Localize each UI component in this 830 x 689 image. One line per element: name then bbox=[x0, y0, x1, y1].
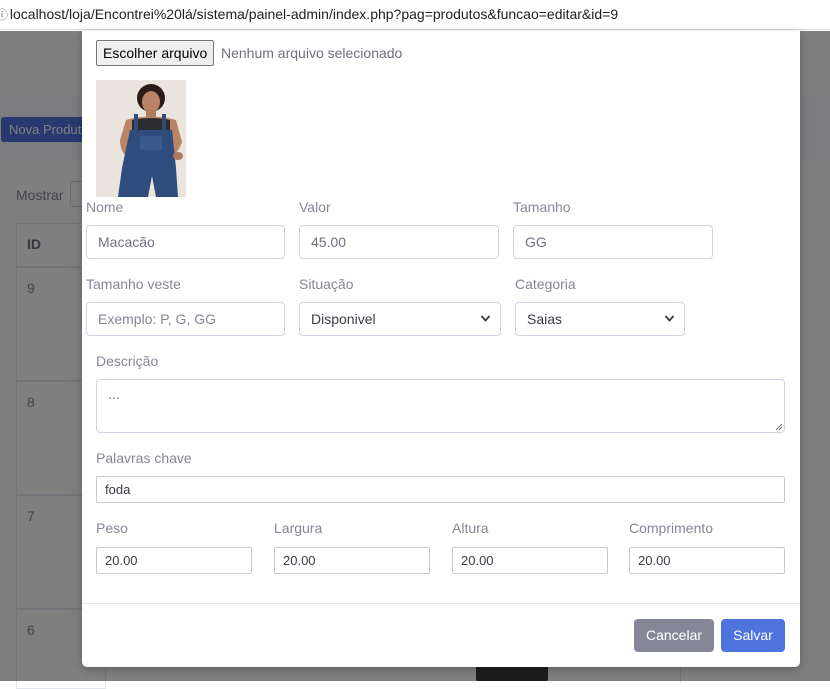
info-icon[interactable]: ⓘ bbox=[0, 1, 8, 29]
palavras-chave-label: Palavras chave bbox=[96, 450, 192, 466]
categoria-select[interactable]: Saias bbox=[515, 302, 685, 336]
product-photo bbox=[96, 80, 186, 197]
largura-input[interactable]: 20.00 bbox=[274, 547, 430, 574]
tamanho-label: Tamanho bbox=[513, 199, 571, 215]
file-status-text: Nenhum arquivo selecionado bbox=[221, 45, 403, 61]
resize-handle-icon[interactable] bbox=[774, 422, 783, 431]
nome-label: Nome bbox=[86, 199, 124, 215]
tamanho-veste-label: Tamanho veste bbox=[86, 276, 181, 292]
categoria-selected-value: Saias bbox=[527, 311, 563, 327]
product-photo-image bbox=[96, 80, 186, 197]
descricao-value: ... bbox=[108, 386, 120, 402]
tamanho-input[interactable]: GG bbox=[513, 225, 713, 259]
descricao-label: Descrição bbox=[96, 353, 159, 369]
situacao-selected-value: Disponivel bbox=[311, 311, 376, 327]
descricao-textarea[interactable]: ... bbox=[96, 379, 785, 433]
situacao-select[interactable]: Disponivel bbox=[299, 302, 501, 336]
chevron-down-icon bbox=[480, 303, 491, 335]
peso-input[interactable]: 20.00 bbox=[96, 547, 252, 574]
browser-url-bar[interactable]: ⓘ localhost/loja/Encontrei%20lá/sistema/… bbox=[0, 0, 830, 30]
cancel-button[interactable]: Cancelar bbox=[634, 619, 714, 652]
edit-product-modal: Escolher arquivo Nenhum arquivo selecion… bbox=[82, 31, 800, 667]
peso-label: Peso bbox=[96, 520, 128, 536]
valor-label: Valor bbox=[299, 199, 331, 215]
altura-input[interactable]: 20.00 bbox=[452, 547, 608, 574]
url-text[interactable]: localhost/loja/Encontrei%20lá/sistema/pa… bbox=[10, 6, 618, 22]
palavras-chave-input[interactable]: foda bbox=[96, 476, 785, 503]
categoria-label: Categoria bbox=[515, 276, 576, 292]
comprimento-input[interactable]: 20.00 bbox=[629, 547, 785, 574]
choose-file-button[interactable]: Escolher arquivo bbox=[96, 40, 215, 66]
chevron-down-icon bbox=[664, 303, 675, 335]
comprimento-label: Comprimento bbox=[629, 520, 714, 536]
altura-label: Altura bbox=[452, 520, 489, 536]
save-button[interactable]: Salvar bbox=[721, 619, 785, 652]
largura-label: Largura bbox=[274, 520, 323, 536]
modal-footer-divider bbox=[82, 603, 800, 604]
situacao-label: Situação bbox=[299, 276, 354, 292]
valor-input[interactable]: 45.00 bbox=[299, 225, 499, 259]
nome-input[interactable]: Macacão bbox=[86, 225, 285, 259]
tamanho-veste-input[interactable]: Exemplo: P, G, GG bbox=[86, 302, 285, 336]
